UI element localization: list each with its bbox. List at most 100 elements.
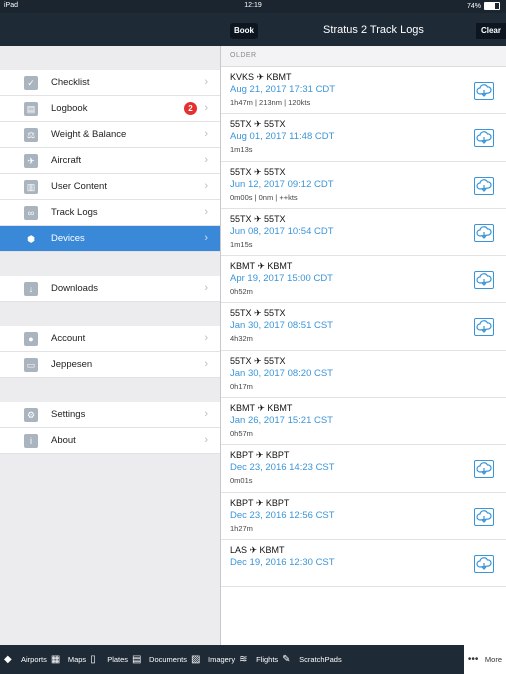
date-label: Dec 23, 2016 12:56 CST (230, 509, 335, 521)
route-label: 55TX ✈ 55TX (230, 308, 286, 319)
info-icon: i (24, 433, 38, 448)
date-label: Dec 19, 2016 12:30 CST (230, 556, 335, 568)
cloud-upload-icon[interactable] (474, 129, 494, 148)
tab-bar: ◆ Airports ▦ Maps ▯ Plates ▤ Documents ▨ Imagery ≋… (0, 645, 506, 674)
sidebar-item-label: Track Logs (51, 207, 98, 218)
download-icon: ↓ (24, 281, 38, 296)
tab-label: Documents (149, 655, 187, 664)
cloud-upload-icon[interactable] (474, 176, 494, 195)
sidebar-item-weight-balance[interactable]: ⚖ Weight & Balance › (0, 122, 220, 148)
sidebar-item-track-logs[interactable]: ∞ Track Logs › (0, 200, 220, 226)
tab-maps[interactable]: ▦ Maps (51, 645, 86, 674)
stats-label: 0h17m (230, 381, 253, 391)
tab-label: More (484, 655, 502, 664)
list-item[interactable]: 55TX ✈ 55TX Aug 01, 2017 11:48 CDT 1m13s (221, 114, 506, 162)
route-label: 55TX ✈ 55TX (230, 213, 286, 224)
device-icon: ⬢ (27, 233, 35, 244)
sidebar-item-label: About (51, 435, 76, 446)
tab-label: ScratchPads (299, 655, 342, 664)
cloud-upload-icon[interactable] (474, 507, 494, 526)
plates-icon: ▯ (90, 653, 96, 665)
date-label: Aug 21, 2017 17:31 CDT (230, 84, 336, 95)
clear-button[interactable]: Clear (476, 23, 506, 39)
battery-percent: 74% (466, 2, 481, 10)
route-label: 55TX ✈ 55TX (230, 355, 286, 366)
date-label: Jan 26, 2017 15:21 CST (230, 415, 333, 427)
stats-label: 0h57m (230, 429, 253, 439)
tab-imagery[interactable]: ▨ Imagery (191, 645, 235, 674)
date-label: Jun 08, 2017 10:54 CDT (230, 225, 334, 237)
list-item[interactable]: KBPT ✈ KBPT Dec 23, 2016 12:56 CST 1h27m (221, 493, 506, 540)
sidebar-item-logbook[interactable]: ▤ Logbook 2 › (0, 96, 220, 122)
list-item[interactable]: KBMT ✈ KBMT Apr 19, 2017 15:00 CDT 0h52m (221, 256, 506, 304)
list-item[interactable]: LAS ✈ KBMT Dec 19, 2016 12:30 CST (221, 540, 506, 588)
person-icon: ● (24, 331, 38, 346)
sidebar-item-aircraft[interactable]: ✈ Aircraft › (0, 148, 220, 174)
clock: 12:19 (244, 2, 262, 9)
sidebar-item-checklist[interactable]: ✓ Checklist › (0, 70, 220, 96)
tab-scratchpads[interactable]: ✎ ScratchPads (282, 645, 342, 674)
list-item[interactable]: KBMT ✈ KBMT Jan 26, 2017 15:21 CST 0h57m (221, 398, 506, 446)
date-label: Jan 30, 2017 08:51 CST (230, 320, 333, 332)
cloud-upload-icon[interactable] (474, 460, 494, 479)
chevron-right-icon: › (204, 282, 208, 294)
stats-label: 4h32m (230, 334, 253, 344)
stats-label: 0m00s | 0nm | ++kts (230, 192, 298, 202)
list-item[interactable]: 55TX ✈ 55TX Jan 30, 2017 08:51 CST 4h32m (221, 303, 506, 351)
tab-documents[interactable]: ▤ Documents (132, 645, 187, 674)
tab-more[interactable]: ••• More (463, 645, 506, 674)
sidebar-item-label: Account (51, 333, 86, 344)
chevron-right-icon: › (204, 332, 208, 344)
sidebar-item-jeppesen[interactable]: ▭ Jeppesen › (0, 352, 220, 378)
stats-label: 1h47m | 213nm | 120kts (230, 98, 311, 107)
document-icon: ▥ (24, 179, 38, 194)
cloud-upload-icon[interactable] (474, 554, 494, 573)
check-icon: ✓ (24, 75, 38, 90)
route-label: KBPT ✈ KBPT (230, 450, 290, 461)
status-right: 74% (467, 2, 500, 10)
list-item[interactable]: 55TX ✈ 55TX Jun 08, 2017 10:54 CDT 1m15s (221, 209, 506, 257)
chevron-right-icon: › (204, 408, 208, 420)
list-item[interactable]: 55TX ✈ 55TX Jun 12, 2017 09:12 CDT 0m00s |… (221, 162, 506, 209)
stats-label: 1m13s (230, 145, 253, 155)
back-button[interactable]: Book (230, 23, 258, 39)
tab-plates[interactable]: ▯ Plates (90, 645, 128, 674)
route-label: 55TX ✈ 55TX (230, 119, 286, 130)
chevron-right-icon: › (204, 434, 208, 446)
tab-flights[interactable]: ≋ Flights (239, 645, 278, 674)
date-label: Jan 30, 2017 08:20 CST (230, 367, 333, 379)
list-item[interactable]: 55TX ✈ 55TX Jan 30, 2017 08:20 CST 0h17m (221, 351, 506, 399)
sidebar-item-settings[interactable]: ⚙ Settings › (0, 402, 220, 428)
list-item[interactable]: KBPT ✈ KBPT Dec 23, 2016 14:23 CST 0m01s (221, 445, 506, 493)
route-label: KVKS ✈ KBMT (230, 72, 292, 82)
cloud-upload-icon[interactable] (474, 82, 494, 100)
more-icon: ••• (467, 653, 479, 665)
date-label: Aug 01, 2017 11:48 CDT (230, 131, 335, 143)
map-icon: ▦ (50, 653, 61, 665)
sidebar-item-user-content[interactable]: ▥ User Content › (0, 174, 220, 200)
notification-badge: 2 (184, 102, 197, 115)
stats-label: 0m01s (230, 476, 253, 486)
pen-icon: ✎ (282, 653, 291, 665)
date-label: Apr 19, 2017 15:00 CDT (230, 273, 333, 285)
scale-icon: ⚖ (24, 127, 38, 142)
section-header: OLDER (221, 46, 506, 67)
cloud-upload-icon[interactable] (474, 318, 494, 337)
tab-airports[interactable]: ◆ Airports (4, 645, 47, 674)
date-label: Dec 23, 2016 14:23 CST (230, 462, 335, 474)
chevron-right-icon: › (204, 206, 208, 218)
sidebar-header (0, 13, 221, 46)
list-item[interactable]: KVKS ✈ KBMT Aug 21, 2017 17:31 CDT 1h47m |… (221, 67, 506, 115)
sidebar-item-downloads[interactable]: ↓ Downloads › (0, 276, 220, 302)
page-title: Stratus 2 Track Logs (323, 24, 424, 36)
route-label: KBPT ✈ KBPT (230, 497, 290, 508)
sidebar-item-devices[interactable]: ⬢ Devices › (0, 226, 220, 252)
sidebar-item-account[interactable]: ● Account › (0, 326, 220, 352)
cloud-upload-icon[interactable] (474, 271, 494, 290)
sidebar: ✓ Checklist › ▤ Logbook 2 › ⚖ Weight & Balance › ✈… (0, 46, 221, 645)
chevron-right-icon: › (204, 102, 208, 114)
cloud-upload-icon[interactable] (474, 223, 494, 242)
sidebar-item-label: Jeppesen (51, 359, 93, 370)
stats-label: 1h27m (230, 523, 253, 533)
sidebar-item-about[interactable]: i About › (0, 428, 220, 454)
